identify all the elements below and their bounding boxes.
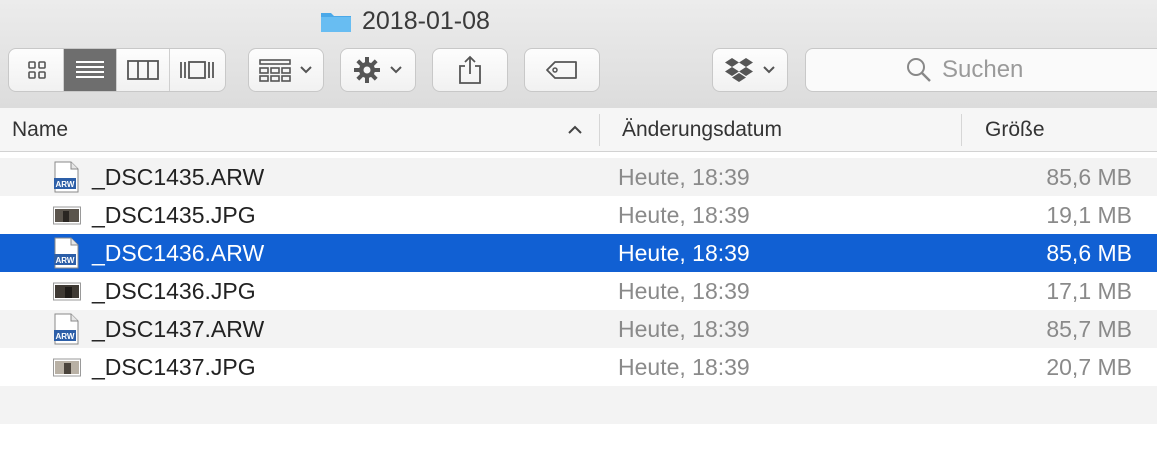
column-header-size[interactable]: Größe: [985, 108, 1045, 152]
chevron-down-icon: [300, 66, 312, 74]
file-name: _DSC1436.JPG: [92, 277, 256, 304]
file-row[interactable]: _DSC1435.JPG Heute, 18:39 19,1 MB: [0, 196, 1157, 234]
file-size: 19,1 MB: [1046, 201, 1132, 228]
file-size: 20,7 MB: [1046, 353, 1132, 380]
file-row[interactable]: _DSC1436.JPG Heute, 18:39 17,1 MB: [0, 272, 1157, 310]
file-date: Heute, 18:39: [618, 201, 750, 228]
chevron-down-icon: [390, 66, 402, 74]
svg-text:ARW: ARW: [56, 256, 75, 265]
file-size: 85,7 MB: [1046, 315, 1132, 342]
file-date: Heute, 18:39: [618, 315, 750, 342]
file-date: Heute, 18:39: [618, 163, 750, 190]
share-button[interactable]: [432, 48, 508, 92]
arw-file-icon: ARW: [53, 313, 79, 345]
jpg-thumbnail-icon: [53, 351, 81, 383]
file-name: _DSC1435.ARW: [92, 163, 265, 190]
chevron-down-icon: [763, 66, 775, 74]
sort-ascending-icon: [568, 125, 582, 134]
column-header-name[interactable]: Name: [12, 108, 597, 152]
file-row-selected[interactable]: ARW _DSC1436.ARW Heute, 18:39 85,6 MB: [0, 234, 1157, 272]
jpg-thumbnail-icon: [53, 199, 81, 231]
svg-text:ARW: ARW: [56, 180, 75, 189]
columns-icon: [127, 60, 159, 80]
file-size: 85,6 MB: [1046, 163, 1132, 190]
tag-icon: [546, 61, 577, 79]
search-icon: [907, 58, 931, 82]
window-toolbar: 2018-01-08 Suchen: [0, 0, 1157, 109]
svg-text:ARW: ARW: [56, 332, 75, 341]
tags-button[interactable]: [524, 48, 600, 92]
action-menu-button[interactable]: [340, 48, 416, 92]
file-size: 17,1 MB: [1046, 277, 1132, 304]
column-view-button[interactable]: [117, 49, 170, 91]
file-name: _DSC1437.JPG: [92, 353, 256, 380]
file-date: Heute, 18:39: [618, 277, 750, 304]
window-title: 2018-01-08: [320, 6, 490, 36]
column-header-row: Name Änderungsdatum Größe: [0, 108, 1157, 152]
gallery-view-button[interactable]: [170, 49, 223, 91]
arrange-grid-icon: [259, 59, 291, 82]
search-placeholder: Suchen: [942, 56, 1024, 83]
list-icon: [76, 61, 104, 78]
file-date: Heute, 18:39: [618, 353, 750, 380]
file-date: Heute, 18:39: [618, 239, 750, 266]
jpg-thumbnail-icon: [53, 275, 81, 307]
empty-list-row: [0, 386, 1157, 424]
dropbox-icon: [725, 58, 753, 82]
column-divider[interactable]: [961, 114, 962, 146]
column-header-date[interactable]: Änderungsdatum: [622, 108, 782, 152]
window-title-text: 2018-01-08: [362, 6, 490, 35]
share-icon: [459, 55, 481, 84]
file-list: ARW _DSC1435.ARW Heute, 18:39 85,6 MB _D…: [0, 158, 1157, 424]
column-divider[interactable]: [599, 114, 600, 146]
file-row[interactable]: _DSC1437.JPG Heute, 18:39 20,7 MB: [0, 348, 1157, 386]
column-header-date-label: Änderungsdatum: [622, 118, 782, 141]
arw-file-icon: ARW: [53, 237, 79, 269]
arrange-button[interactable]: [248, 48, 324, 92]
gear-icon: [354, 57, 380, 83]
icon-view-button[interactable]: [11, 49, 64, 91]
file-size: 85,6 MB: [1046, 239, 1132, 266]
file-row[interactable]: ARW _DSC1435.ARW Heute, 18:39 85,6 MB: [0, 158, 1157, 196]
column-header-name-label: Name: [12, 118, 69, 141]
dropbox-button[interactable]: [712, 48, 788, 92]
gallery-icon: [179, 61, 214, 79]
file-name: _DSC1437.ARW: [92, 315, 265, 342]
folder-icon: [320, 9, 352, 33]
file-name: _DSC1435.JPG: [92, 201, 256, 228]
column-header-size-label: Größe: [985, 118, 1045, 141]
file-row[interactable]: ARW _DSC1437.ARW Heute, 18:39 85,7 MB: [0, 310, 1157, 348]
grid-icon: [28, 61, 46, 79]
arw-file-icon: ARW: [53, 161, 79, 193]
list-view-button[interactable]: [64, 49, 117, 91]
search-field[interactable]: Suchen: [805, 48, 1157, 92]
file-name: _DSC1436.ARW: [92, 239, 265, 266]
view-mode-segmented-control: [8, 48, 226, 92]
